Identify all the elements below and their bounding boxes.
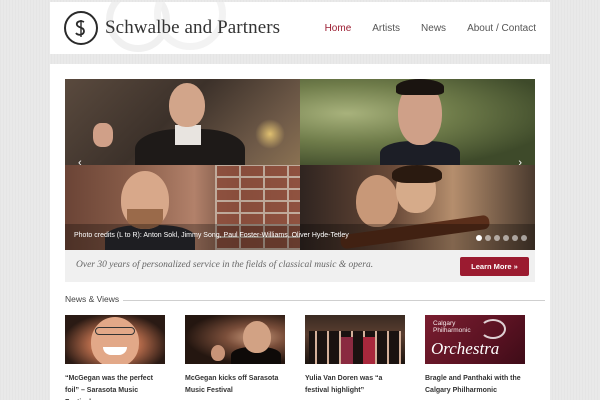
slider-dot[interactable] (512, 235, 518, 241)
slide-photo-portrait (300, 79, 535, 165)
site-logo-text[interactable]: Schwalbe and Partners (105, 17, 280, 39)
news-item-title[interactable]: Yulia Van Doren was “a festival highligh… (305, 373, 405, 397)
news-thumbnail[interactable] (305, 315, 405, 364)
news-item[interactable]: Calgary Philharmonic Orchestra Bragle an… (425, 315, 525, 397)
slider-dot[interactable] (521, 235, 527, 241)
news-item-title[interactable]: Bragle and Panthaki with the Calgary Phi… (425, 373, 525, 397)
news-heading: News & Views (65, 294, 120, 304)
chevron-left-icon[interactable]: ‹ (78, 158, 82, 169)
main-content: ‹ › Photo credits (L to R): Anton Sokl, … (50, 64, 550, 400)
orchestra-logo-wordmark: Orchestra (431, 339, 500, 358)
treble-clef-icon (480, 319, 506, 339)
nav-item-about-contact[interactable]: About / Contact (446, 23, 536, 34)
news-item[interactable]: McGegan kicks off Sarasota Music Festiva… (185, 315, 285, 397)
photo-slider[interactable]: ‹ › Photo credits (L to R): Anton Sokl, … (65, 79, 535, 250)
orchestra-logo-text: Calgary Philharmonic (433, 320, 471, 334)
slider-dot[interactable] (494, 235, 500, 241)
nav-item-home[interactable]: Home (304, 23, 352, 34)
learn-more-button[interactable]: Learn More » (460, 257, 529, 276)
news-item[interactable]: “McGegan was the perfect foil” – Sarasot… (65, 315, 165, 400)
news-thumbnail[interactable]: Calgary Philharmonic Orchestra (425, 315, 525, 364)
chevron-right-icon[interactable]: › (518, 158, 522, 169)
news-thumbnail[interactable] (185, 315, 285, 364)
news-item-title[interactable]: McGegan kicks off Sarasota Music Festiva… (185, 373, 285, 397)
nav-item-news[interactable]: News (400, 23, 446, 34)
news-section-header: News & Views (65, 294, 545, 306)
slider-dot[interactable] (485, 235, 491, 241)
news-item[interactable]: Yulia Van Doren was “a festival highligh… (305, 315, 405, 397)
slider-dot[interactable] (476, 235, 482, 241)
logo-icon[interactable] (64, 11, 98, 45)
slider-dot[interactable] (503, 235, 509, 241)
site-header: Schwalbe and Partners Home Artists News … (50, 2, 550, 54)
slide-photo-conductor (65, 79, 300, 165)
photo-credits: Photo credits (L to R): Anton Sokl, Jimm… (74, 232, 349, 239)
slider-pagination (476, 235, 527, 241)
main-nav: Home Artists News About / Contact (304, 23, 536, 34)
sp-monogram-icon (75, 20, 85, 37)
tagline-bar: Over 30 years of personalized service in… (65, 250, 535, 282)
tagline-text: Over 30 years of personalized service in… (76, 260, 374, 270)
news-thumbnail[interactable] (65, 315, 165, 364)
divider (123, 300, 545, 301)
nav-item-artists[interactable]: Artists (351, 23, 400, 34)
news-item-title[interactable]: “McGegan was the perfect foil” – Sarasot… (65, 373, 165, 400)
slider-caption-bar: Photo credits (L to R): Anton Sokl, Jimm… (65, 224, 535, 250)
